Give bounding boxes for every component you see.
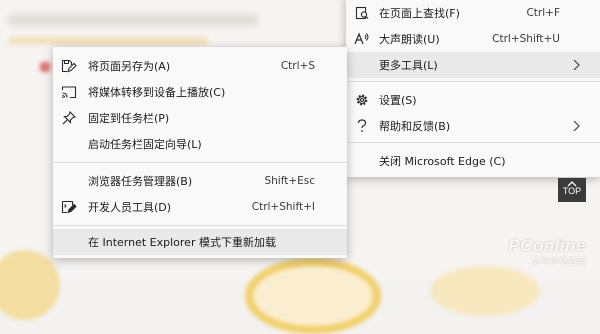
menu-divider [346, 81, 600, 82]
blurred-page-title [8, 14, 258, 26]
save-as-icon [61, 58, 77, 74]
watermark-logo: PConline [508, 236, 586, 255]
blurred-page-icon [40, 62, 50, 72]
menu-item-shortcut: Ctrl+Shift+I [251, 201, 315, 213]
menu-item-settings[interactable]: 设置(S) [346, 87, 600, 113]
menu-item-shortcut: Shift+Esc [264, 175, 315, 187]
find-icon [354, 5, 370, 21]
menu-item-label: 固定到任务栏(P) [88, 112, 170, 125]
chevron-right-icon [572, 59, 580, 71]
menu-item-task-manager[interactable]: 浏览器任务管理器(B) Shift+Esc [53, 168, 347, 194]
decorative-shape [0, 250, 60, 320]
menu-item-label: 在 Internet Explorer 模式下重新加载 [88, 236, 276, 249]
menu-item-save-page-as[interactable]: 将页面另存为(A) Ctrl+S [53, 53, 347, 79]
menu-item-label: 浏览器任务管理器(B) [88, 175, 193, 188]
menu-item-label: 将页面另存为(A) [88, 60, 171, 73]
back-to-top-label: TOP [562, 186, 582, 196]
menu-item-label: 在页面上查找(F) [379, 7, 460, 20]
menu-divider [346, 142, 600, 143]
menu-item-read-aloud[interactable]: 大声朗读(U) Ctrl+Shift+U [346, 26, 600, 52]
dev-tools-icon [61, 199, 77, 215]
back-to-top-button[interactable]: TOP [558, 178, 586, 202]
watermark: PConline 太平洋电脑网 [508, 236, 586, 267]
watermark-subtitle: 太平洋电脑网 [532, 257, 586, 266]
menu-item-taskbar-pin-wizard[interactable]: 启动任务栏固定向导(L) [53, 131, 347, 157]
menu-item-more-tools[interactable]: 更多工具(L) [346, 52, 600, 78]
menu-item-label: 设置(S) [379, 94, 417, 107]
menu-item-shortcut: Ctrl+F [526, 7, 560, 19]
menu-item-dev-tools[interactable]: 开发人员工具(D) Ctrl+Shift+I [53, 194, 347, 220]
menu-item-help-feedback[interactable]: 帮助和反馈(B) [346, 113, 600, 139]
pin-icon [61, 110, 77, 126]
browser-settings-menu: 在页面上查找(F) Ctrl+F 大声朗读(U) Ctrl+Shift+U 更多… [346, 0, 600, 177]
menu-item-label: 大声朗读(U) [379, 33, 440, 46]
help-icon [354, 118, 370, 134]
menu-item-label: 更多工具(L) [379, 59, 438, 72]
menu-item-label: 开发人员工具(D) [88, 201, 172, 214]
menu-divider [53, 162, 347, 163]
menu-item-shortcut: Ctrl+Shift+U [492, 33, 560, 45]
blurred-page-text [8, 38, 208, 44]
menu-divider [53, 225, 347, 226]
more-tools-submenu: 将页面另存为(A) Ctrl+S 将媒体转移到设备上播放(C) 固定到任务栏(P… [53, 47, 347, 258]
menu-item-reload-ie-mode[interactable]: 在 Internet Explorer 模式下重新加载 [53, 229, 347, 255]
decorative-shape [245, 258, 381, 334]
menu-item-label: 启动任务栏固定向导(L) [88, 138, 202, 151]
menu-item-label: 帮助和反馈(B) [379, 120, 451, 133]
menu-item-shortcut: Ctrl+S [280, 60, 315, 72]
menu-item-cast-media[interactable]: 将媒体转移到设备上播放(C) [53, 79, 347, 105]
chevron-right-icon [572, 120, 580, 132]
menu-item-close-edge[interactable]: 关闭 Microsoft Edge (C) [346, 148, 600, 174]
decorative-shape [430, 266, 540, 316]
read-aloud-icon [354, 31, 370, 47]
menu-item-label: 将媒体转移到设备上播放(C) [88, 86, 226, 99]
menu-item-pin-to-taskbar[interactable]: 固定到任务栏(P) [53, 105, 347, 131]
menu-item-label: 关闭 Microsoft Edge (C) [379, 155, 506, 168]
menu-item-find-on-page[interactable]: 在页面上查找(F) Ctrl+F [346, 0, 600, 26]
gear-icon [354, 92, 370, 108]
cast-icon [61, 84, 77, 100]
